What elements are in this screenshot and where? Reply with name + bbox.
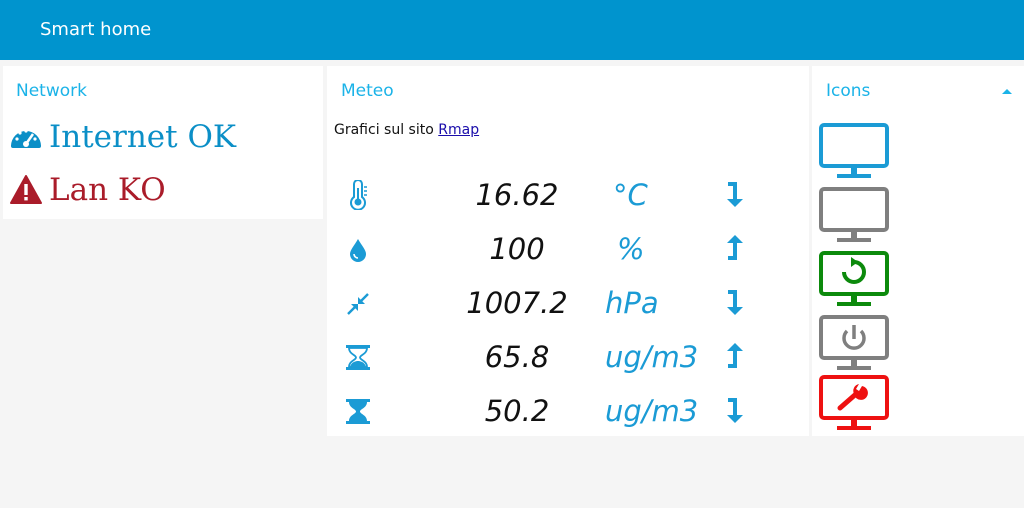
internet-status: Internet OK <box>9 117 236 157</box>
meteo-panel: Meteo Grafici sul sito Rmap 16.62 °C 100… <box>327 66 809 436</box>
meteo-row-pm-b: 50.2 ug/m3 <box>327 385 809 435</box>
monitor-green-refresh-icon[interactable] <box>818 250 890 308</box>
trend-up-icon <box>727 235 743 260</box>
thermometer-icon <box>350 180 367 210</box>
monitor-blue-icon[interactable] <box>818 122 890 180</box>
temperature-unit: °C <box>613 178 648 212</box>
icons-panel: Icons <box>812 66 1024 436</box>
trend-down-icon <box>727 398 743 423</box>
pm-b-unit: ug/m3 <box>605 394 699 428</box>
collapse-caret-icon[interactable] <box>1000 86 1014 96</box>
hourglass-full-icon <box>346 399 370 424</box>
pm-b-value: 50.2 <box>484 394 550 428</box>
trend-up-icon <box>727 343 743 368</box>
water-drop-icon <box>350 239 366 262</box>
network-panel-title: Network <box>16 81 87 101</box>
pressure-compress-icon <box>347 293 369 315</box>
hourglass-half-icon <box>346 345 370 370</box>
app-title: Smart home <box>40 19 152 40</box>
speedometer-icon <box>11 129 41 148</box>
lan-status: Lan KO <box>9 170 166 210</box>
meteo-note: Grafici sul sito Rmap <box>334 122 479 138</box>
internet-status-label: Internet OK <box>49 119 237 155</box>
meteo-row-temperature: 16.62 °C <box>327 169 809 219</box>
monitor-red-wrench-icon[interactable] <box>818 374 890 432</box>
monitor-grey-power-icon[interactable] <box>818 314 890 372</box>
meteo-panel-title: Meteo <box>341 81 394 101</box>
lan-status-label: Lan KO <box>49 172 166 208</box>
humidity-value: 100 <box>489 232 545 266</box>
rmap-link[interactable]: Rmap <box>438 122 479 138</box>
humidity-unit: % <box>617 232 645 266</box>
icons-panel-title: Icons <box>826 81 871 101</box>
warning-icon <box>10 175 42 204</box>
meteo-row-pm-a: 65.8 ug/m3 <box>327 331 809 381</box>
pm-a-unit: ug/m3 <box>605 340 699 374</box>
top-bar: Smart home <box>0 0 1024 60</box>
pressure-value: 1007.2 <box>466 286 568 320</box>
pm-a-value: 65.8 <box>484 340 550 374</box>
pressure-unit: hPa <box>605 286 659 320</box>
trend-down-icon <box>727 290 743 315</box>
meteo-row-humidity: 100 % <box>327 223 809 273</box>
meteo-row-pressure: 1007.2 hPa <box>327 277 809 327</box>
temperature-value: 16.62 <box>475 178 559 212</box>
network-panel: Network Internet OK Lan KO <box>3 66 323 219</box>
trend-down-icon <box>727 182 743 207</box>
meteo-note-text: Grafici sul sito <box>334 122 434 138</box>
monitor-grey-icon[interactable] <box>818 186 890 244</box>
